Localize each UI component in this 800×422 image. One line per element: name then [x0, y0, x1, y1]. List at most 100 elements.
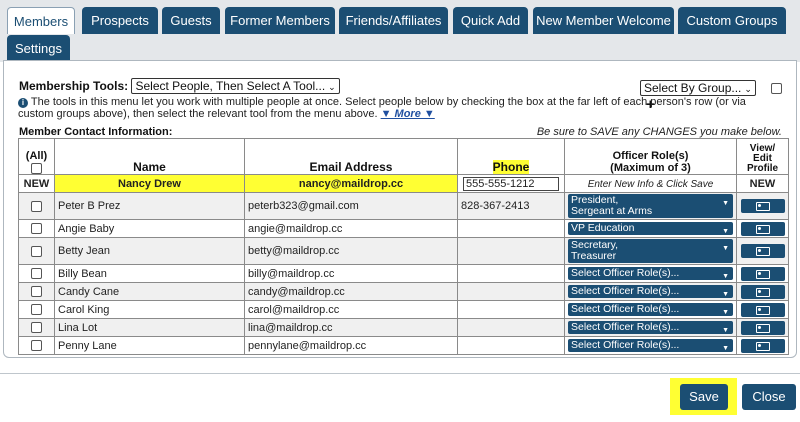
member-name[interactable]: Candy Cane [54, 282, 245, 301]
more-link[interactable]: ▼ More ▼ [381, 108, 435, 120]
profile-card-icon[interactable] [740, 338, 785, 353]
member-email[interactable]: peterb323@gmail.com [244, 192, 458, 220]
officer-role-line2: Treasurer [571, 250, 617, 262]
row-checkbox-cell [18, 300, 55, 319]
member-email[interactable]: lina@maildrop.cc [244, 318, 458, 337]
member-email[interactable]: pennylane@maildrop.cc [244, 336, 458, 355]
table-row: Betty Jean betty@maildrop.cc Secretary, T… [18, 237, 789, 265]
profile-header: View/ Edit Profile [736, 138, 789, 175]
profile-card-icon[interactable] [740, 199, 785, 213]
row-checkbox-cell [18, 282, 55, 301]
save-note: Be sure to SAVE any CHANGES you make bel… [536, 126, 782, 138]
new-officer-note-cell: Enter New Info & Click Save [564, 174, 737, 193]
profile-card-icon[interactable] [740, 284, 785, 299]
membership-tools-select[interactable]: Select People, Then Select A Tool... ⌄ [131, 78, 340, 94]
new-name-field[interactable]: Nancy Drew [54, 174, 245, 193]
member-name[interactable]: Lina Lot [54, 318, 245, 337]
tab-prospects[interactable]: Prospects [82, 7, 158, 34]
row-checkbox-cell [18, 336, 55, 355]
new-phone-field[interactable]: 555-555-1212 [463, 176, 559, 191]
member-phone[interactable]: 828-367-2413 [457, 192, 565, 220]
membership-tools-select-value: Select People, Then Select A Tool... [135, 79, 326, 93]
tab-custom-groups[interactable]: Custom Groups [678, 7, 786, 34]
profile-card-icon[interactable] [740, 221, 785, 236]
officer-role-select[interactable]: Select Officer Role(s)... ▼ [568, 285, 733, 298]
member-name[interactable]: Angie Baby [54, 219, 245, 238]
member-name[interactable]: Carol King [54, 300, 245, 319]
tab-guests[interactable]: Guests [162, 7, 220, 34]
member-name[interactable]: Billy Bean [54, 264, 245, 283]
row-checkbox[interactable] [31, 286, 42, 298]
tab-bar: Members Prospects Guests Former Members … [0, 0, 800, 62]
row-checkbox[interactable] [31, 340, 42, 352]
tab-settings[interactable]: Settings [7, 35, 70, 62]
officer-cell: Select Officer Role(s)... ▼ [564, 282, 737, 301]
member-name[interactable]: Peter B Prez [54, 192, 245, 220]
member-name[interactable]: Penny Lane [54, 336, 245, 355]
member-email[interactable]: angie@maildrop.cc [244, 219, 458, 238]
name-header: Name [54, 138, 245, 175]
member-email[interactable]: billy@maildrop.cc [244, 264, 458, 283]
profile-card-icon[interactable] [740, 244, 785, 258]
officer-role-select[interactable]: President, Sergeant at Arms ▼ [568, 194, 733, 218]
caret-down-icon: ▼ [722, 245, 729, 252]
member-email[interactable]: carol@maildrop.cc [244, 300, 458, 319]
select-by-group[interactable]: Select By Group... ⌄ [640, 80, 756, 96]
officer-role-select[interactable]: Secretary, Treasurer ▼ [568, 239, 733, 263]
new-profile-tag: NEW [736, 174, 789, 193]
membership-tools-row: Membership Tools: Select People, Then Se… [19, 78, 340, 94]
profile-cell [736, 219, 789, 238]
member-phone[interactable] [457, 237, 565, 265]
caret-down-icon: ▼ [722, 327, 729, 334]
tab-former-members[interactable]: Former Members [225, 7, 335, 34]
member-phone[interactable] [457, 336, 565, 355]
member-name[interactable]: Betty Jean [54, 237, 245, 265]
save-button[interactable]: Save [680, 384, 728, 410]
profile-header-line3: Profile [746, 163, 779, 174]
select-all-checkbox[interactable] [31, 162, 42, 174]
row-checkbox[interactable] [31, 304, 42, 316]
tab-quick-add[interactable]: Quick Add [453, 7, 528, 34]
select-by-group-value: Select By Group... [644, 81, 742, 95]
member-phone[interactable] [457, 300, 565, 319]
officer-role-select[interactable]: Select Officer Role(s)... ▼ [568, 267, 733, 280]
caret-down-icon: ▼ [722, 309, 729, 316]
new-officer-note: Enter New Info & Click Save [587, 178, 714, 190]
officer-role-select[interactable]: VP Education ▼ [568, 222, 733, 235]
officer-cell: Secretary, Treasurer ▼ [564, 237, 737, 265]
member-email[interactable]: betty@maildrop.cc [244, 237, 458, 265]
member-phone[interactable] [457, 264, 565, 283]
member-phone[interactable] [457, 219, 565, 238]
officer-role-select[interactable]: Select Officer Role(s)... ▼ [568, 321, 733, 334]
member-phone[interactable] [457, 318, 565, 337]
row-checkbox-cell [18, 264, 55, 283]
member-email[interactable]: candy@maildrop.cc [244, 282, 458, 301]
tab-friends-affiliates[interactable]: Friends/Affiliates [339, 7, 448, 34]
name-header-label: Name [133, 160, 166, 174]
member-phone[interactable] [457, 282, 565, 301]
new-email-field[interactable]: nancy@maildrop.cc [244, 174, 458, 193]
profile-cell [736, 237, 789, 265]
row-checkbox[interactable] [31, 200, 42, 212]
row-checkbox[interactable] [31, 245, 42, 257]
profile-card-icon[interactable] [740, 266, 785, 281]
officer-role-line1: Select Officer Role(s)... [571, 285, 680, 297]
profile-card-icon[interactable] [740, 302, 785, 317]
email-header: Email Address [244, 138, 458, 175]
row-checkbox[interactable] [31, 322, 42, 334]
officer-cell: Select Officer Role(s)... ▼ [564, 336, 737, 355]
tab-new-member-welcome[interactable]: New Member Welcome [533, 7, 674, 34]
profile-card-icon[interactable] [740, 320, 785, 335]
row-checkbox[interactable] [31, 223, 42, 235]
officer-header-line1: Officer Role(s) [612, 150, 689, 162]
officer-role-select[interactable]: Select Officer Role(s)... ▼ [568, 303, 733, 316]
profile-cell [736, 264, 789, 283]
officer-role-select[interactable]: Select Officer Role(s)... ▼ [568, 339, 733, 352]
row-checkbox[interactable] [31, 268, 42, 280]
close-button[interactable]: Close [742, 384, 796, 410]
tab-members[interactable]: Members [7, 7, 75, 34]
officer-cell: Select Officer Role(s)... ▼ [564, 300, 737, 319]
group-checkbox[interactable] [771, 83, 783, 95]
profile-cell [736, 336, 789, 355]
table-row: Lina Lot lina@maildrop.cc Select Officer… [18, 318, 789, 337]
